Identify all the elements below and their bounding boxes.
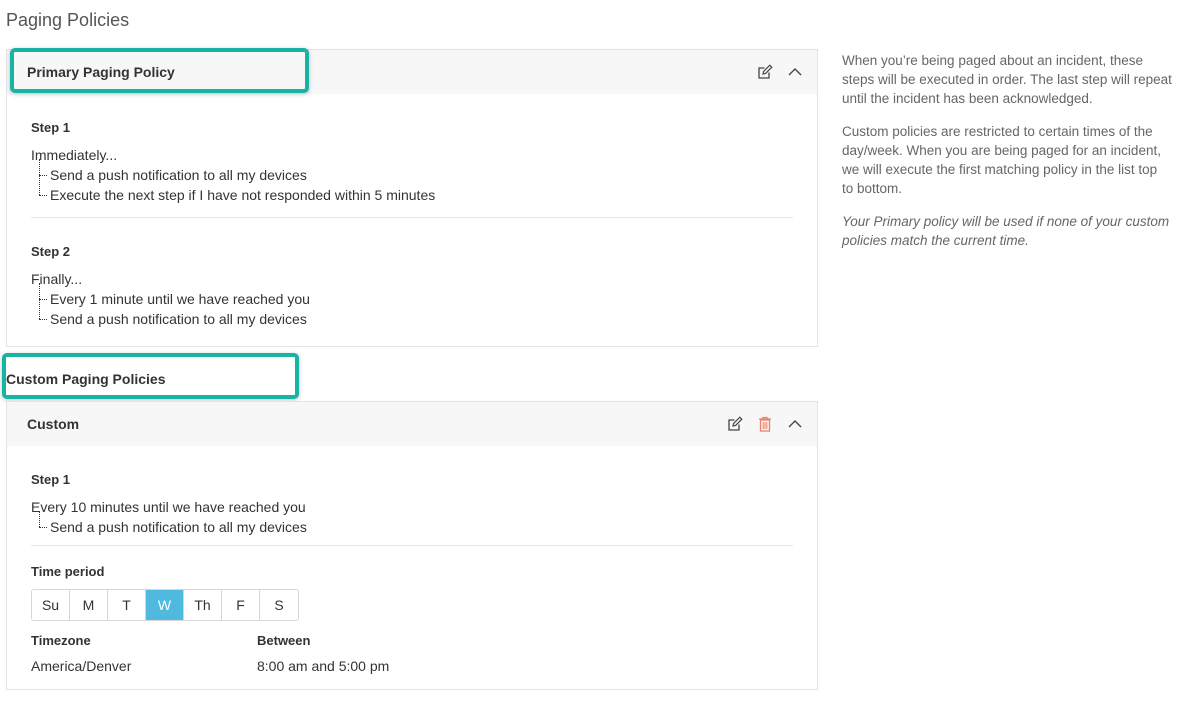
help-note: Your Primary policy will be used if none… — [842, 214, 1170, 248]
primary-policy-highlight — [10, 48, 309, 93]
help-paragraph: Custom policies are restricted to certai… — [842, 124, 1161, 196]
custom-policy-panel: Custom Step 1 Every 10 minutes until we … — [6, 401, 818, 690]
policy-step: Step 1 Immediately... Send a push notifi… — [31, 94, 793, 218]
step-action: Send a push notification to all my devic… — [39, 309, 793, 329]
day-tuesday[interactable]: T — [108, 590, 146, 620]
between-value: 8:00 am and 5:00 pm — [257, 658, 390, 674]
day-monday[interactable]: M — [70, 590, 108, 620]
day-sunday[interactable]: Su — [32, 590, 70, 620]
trash-icon[interactable] — [757, 416, 773, 432]
step-action: Execute the next step if I have not resp… — [39, 185, 793, 205]
step-label: Step 2 — [31, 244, 71, 259]
policy-step: Step 1 Every 10 minutes until we have re… — [31, 446, 793, 546]
help-text: When you’re being paged about an inciden… — [842, 51, 1172, 264]
timezone-label: Timezone — [31, 633, 91, 648]
policy-step: Step 2 Finally... Every 1 minute until w… — [31, 218, 793, 341]
day-selector: Su M T W Th F S — [31, 589, 299, 621]
chevron-up-icon[interactable] — [787, 416, 803, 432]
chevron-up-icon[interactable] — [787, 64, 803, 80]
step-lead: Immediately... — [31, 147, 118, 163]
day-wednesday[interactable]: W — [146, 590, 184, 620]
step-label: Step 1 — [31, 472, 71, 487]
custom-policy-header[interactable]: Custom — [7, 402, 817, 446]
step-actions: Every 1 minute until we have reached you… — [39, 283, 793, 329]
between-label: Between — [257, 633, 311, 648]
timezone-value: America/Denver — [31, 658, 132, 674]
step-actions: Send a push notification to all my devic… — [39, 159, 793, 205]
step-label: Step 1 — [31, 120, 71, 135]
day-thursday[interactable]: Th — [184, 590, 222, 620]
day-saturday[interactable]: S — [260, 590, 298, 620]
help-paragraph: When you’re being paged about an inciden… — [842, 53, 1172, 106]
edit-icon[interactable] — [727, 416, 743, 432]
step-actions: Send a push notification to all my devic… — [39, 511, 793, 537]
edit-icon[interactable] — [757, 64, 773, 80]
day-friday[interactable]: F — [222, 590, 260, 620]
step-action: Send a push notification to all my devic… — [39, 165, 793, 185]
time-period-label: Time period — [31, 564, 105, 579]
primary-policy-panel: Primary Paging Policy Step 1 Immediately… — [6, 49, 818, 347]
step-action: Every 1 minute until we have reached you — [39, 289, 793, 309]
step-action: Send a push notification to all my devic… — [39, 517, 793, 537]
step-lead: Finally... — [31, 271, 83, 287]
custom-policy-title: Custom — [27, 416, 80, 432]
page-title: Paging Policies — [6, 10, 130, 30]
custom-policies-highlight — [2, 353, 299, 399]
step-lead: Every 10 minutes until we have reached y… — [31, 499, 306, 515]
